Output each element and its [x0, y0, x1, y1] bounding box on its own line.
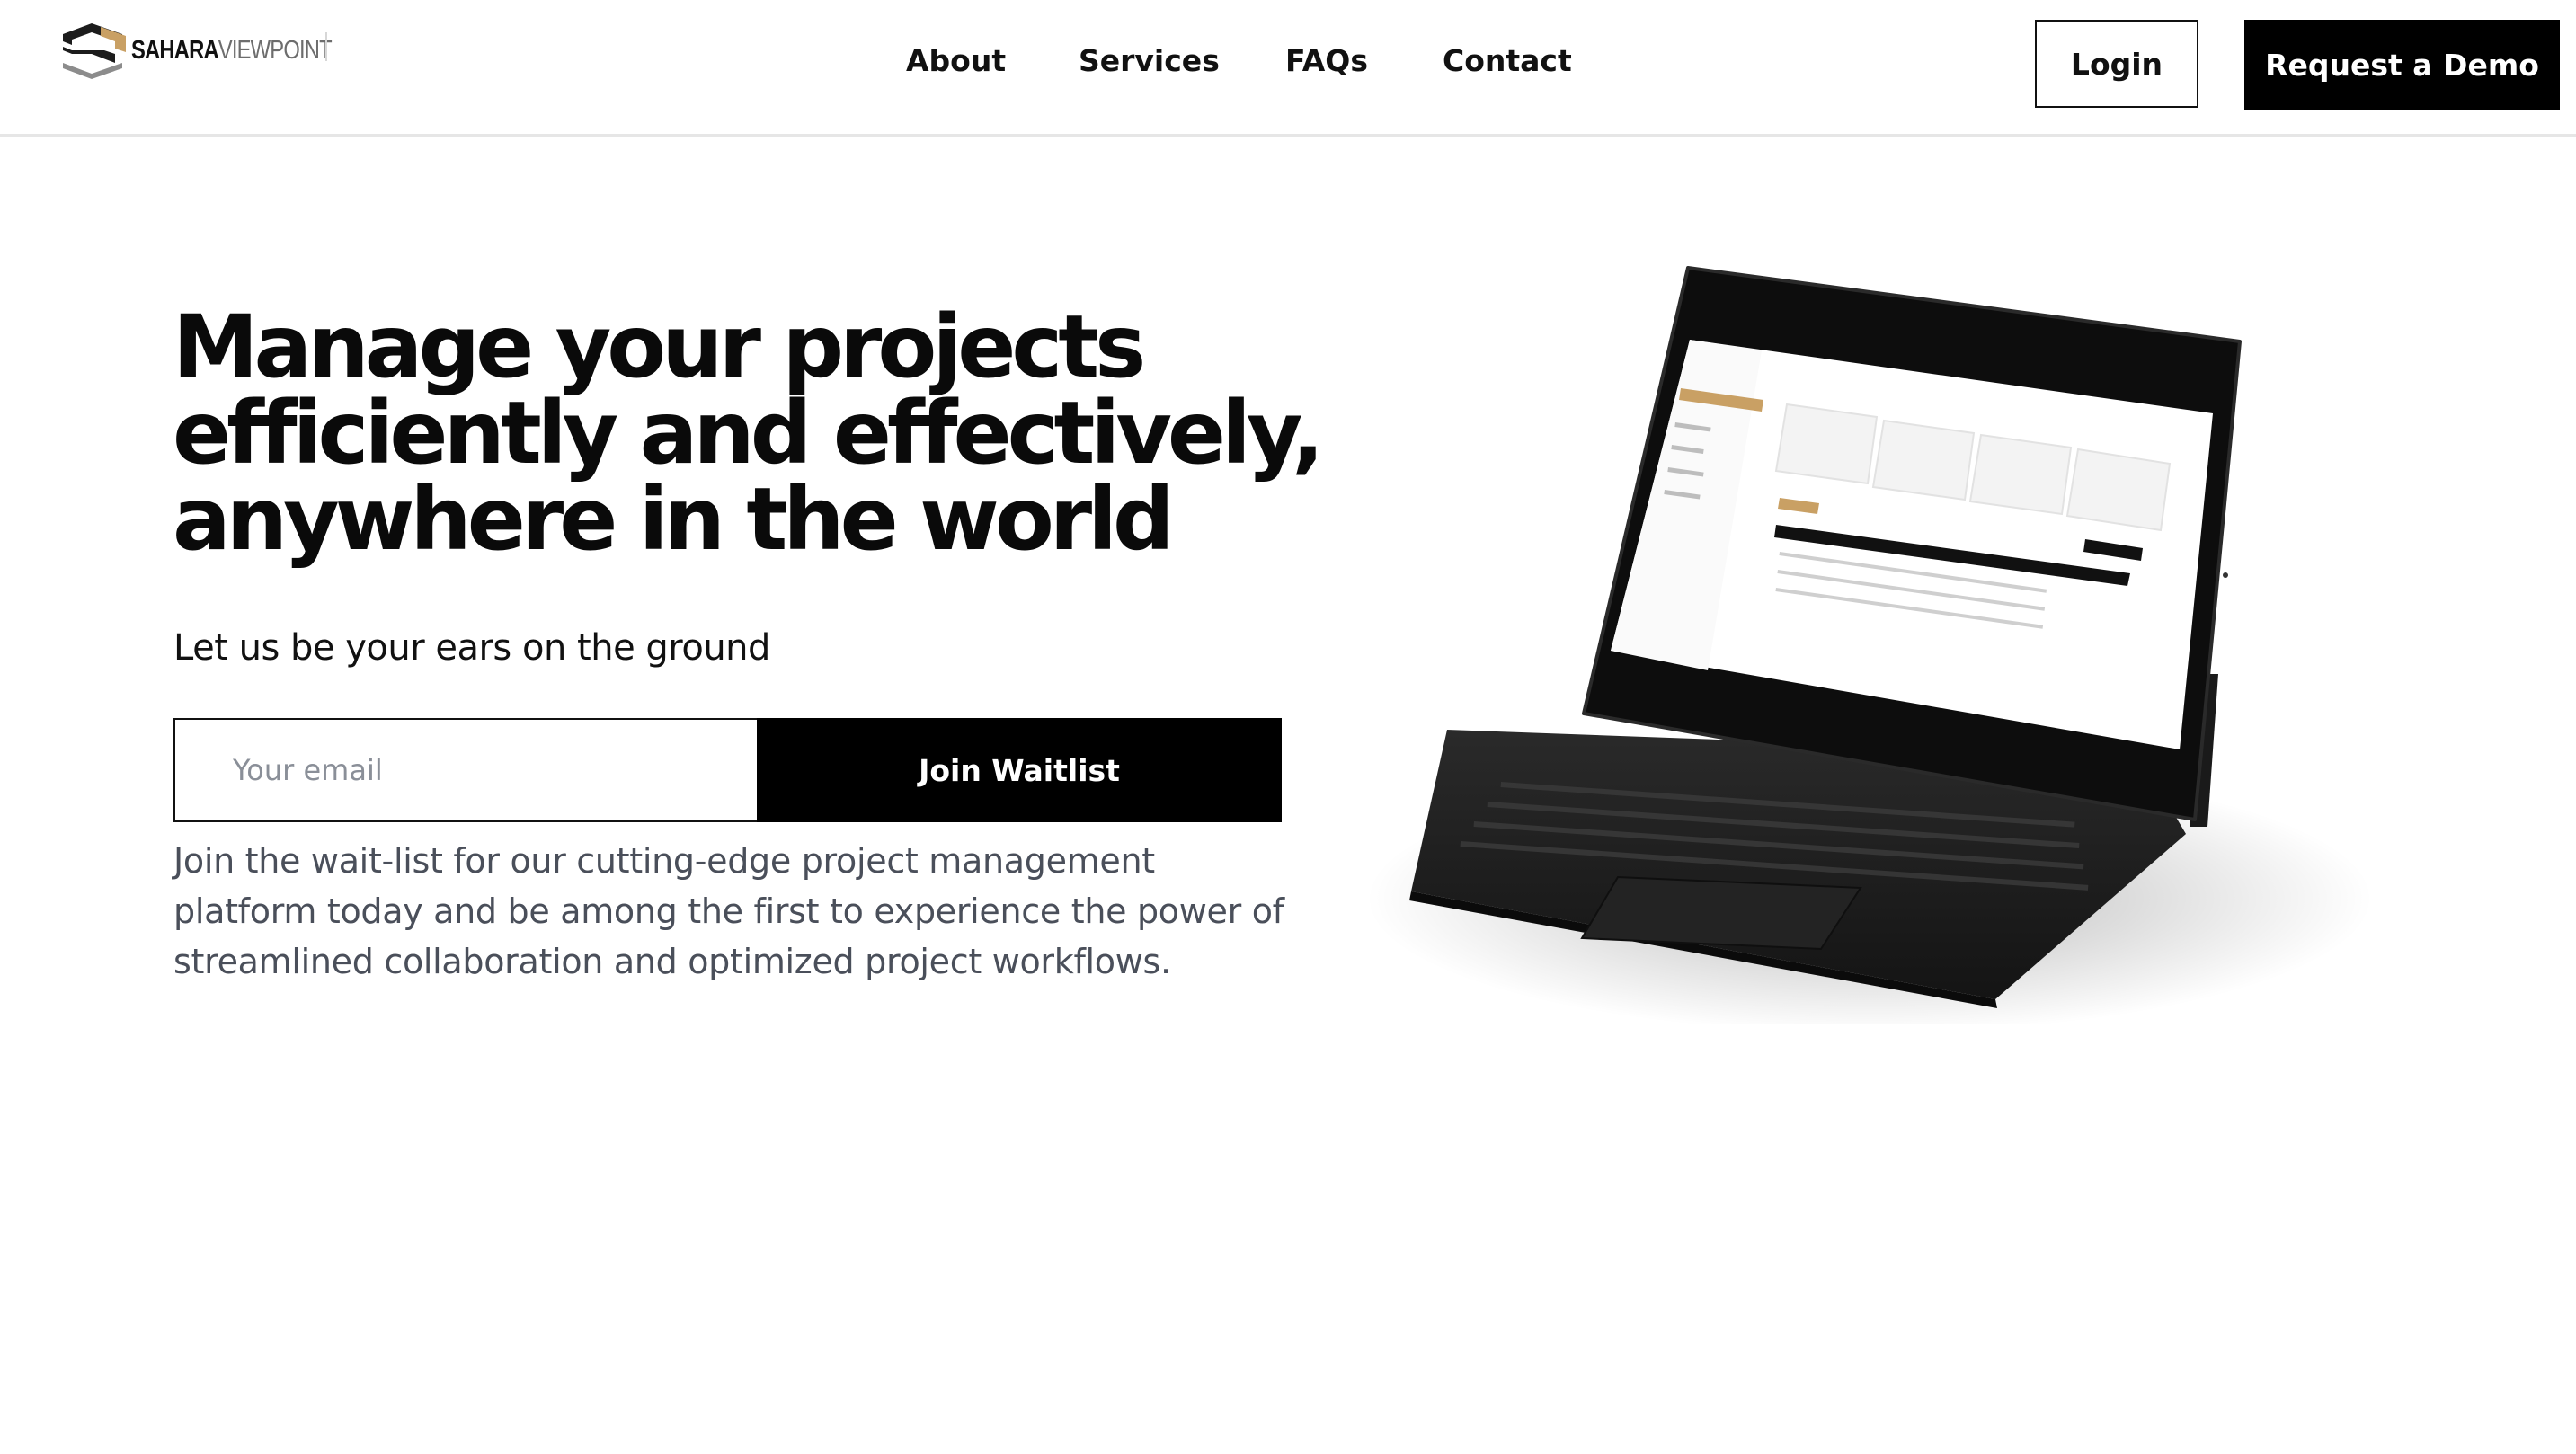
tablet-keyboard-illustration: [1366, 266, 2373, 1024]
hero-tagline: Let us be your ears on the ground: [173, 627, 770, 669]
hero-title: Manage your projects efficiently and eff…: [173, 304, 1341, 563]
tablet-camera: [2223, 572, 2228, 578]
login-button[interactable]: Login: [2035, 20, 2198, 108]
tablet: [1582, 266, 2242, 821]
waitlist-form: Join Waitlist: [173, 718, 1282, 822]
request-demo-button[interactable]: Request a Demo: [2244, 20, 2560, 110]
nav-about[interactable]: About: [906, 43, 1006, 78]
hero-title-line-1: Manage your projects: [173, 297, 1146, 397]
brand-name-bold: SAHARA: [131, 35, 219, 65]
brand-name-light: VIEWPOINT: [218, 35, 333, 65]
hero-title-line-2: efficiently and effectively,: [173, 383, 1325, 483]
logo-divider: [325, 32, 327, 61]
join-waitlist-button[interactable]: Join Waitlist: [757, 718, 1282, 822]
nav-contact[interactable]: Contact: [1443, 43, 1572, 78]
hero-description: Join the wait-list for our cutting-edge …: [173, 841, 1284, 981]
brand-logo[interactable]: SAHARAVIEWPOINT: [59, 22, 376, 79]
brand-name: SAHARAVIEWPOINT: [131, 35, 333, 66]
email-input[interactable]: [173, 718, 757, 822]
logo-mark-icon: [63, 23, 126, 79]
nav-services[interactable]: Services: [1079, 43, 1220, 78]
hero-title-line-3: anywhere in the world: [173, 469, 1175, 570]
nav-faqs[interactable]: FAQs: [1285, 43, 1368, 78]
site-header: SAHARAVIEWPOINT About Services FAQs Cont…: [0, 0, 2576, 137]
